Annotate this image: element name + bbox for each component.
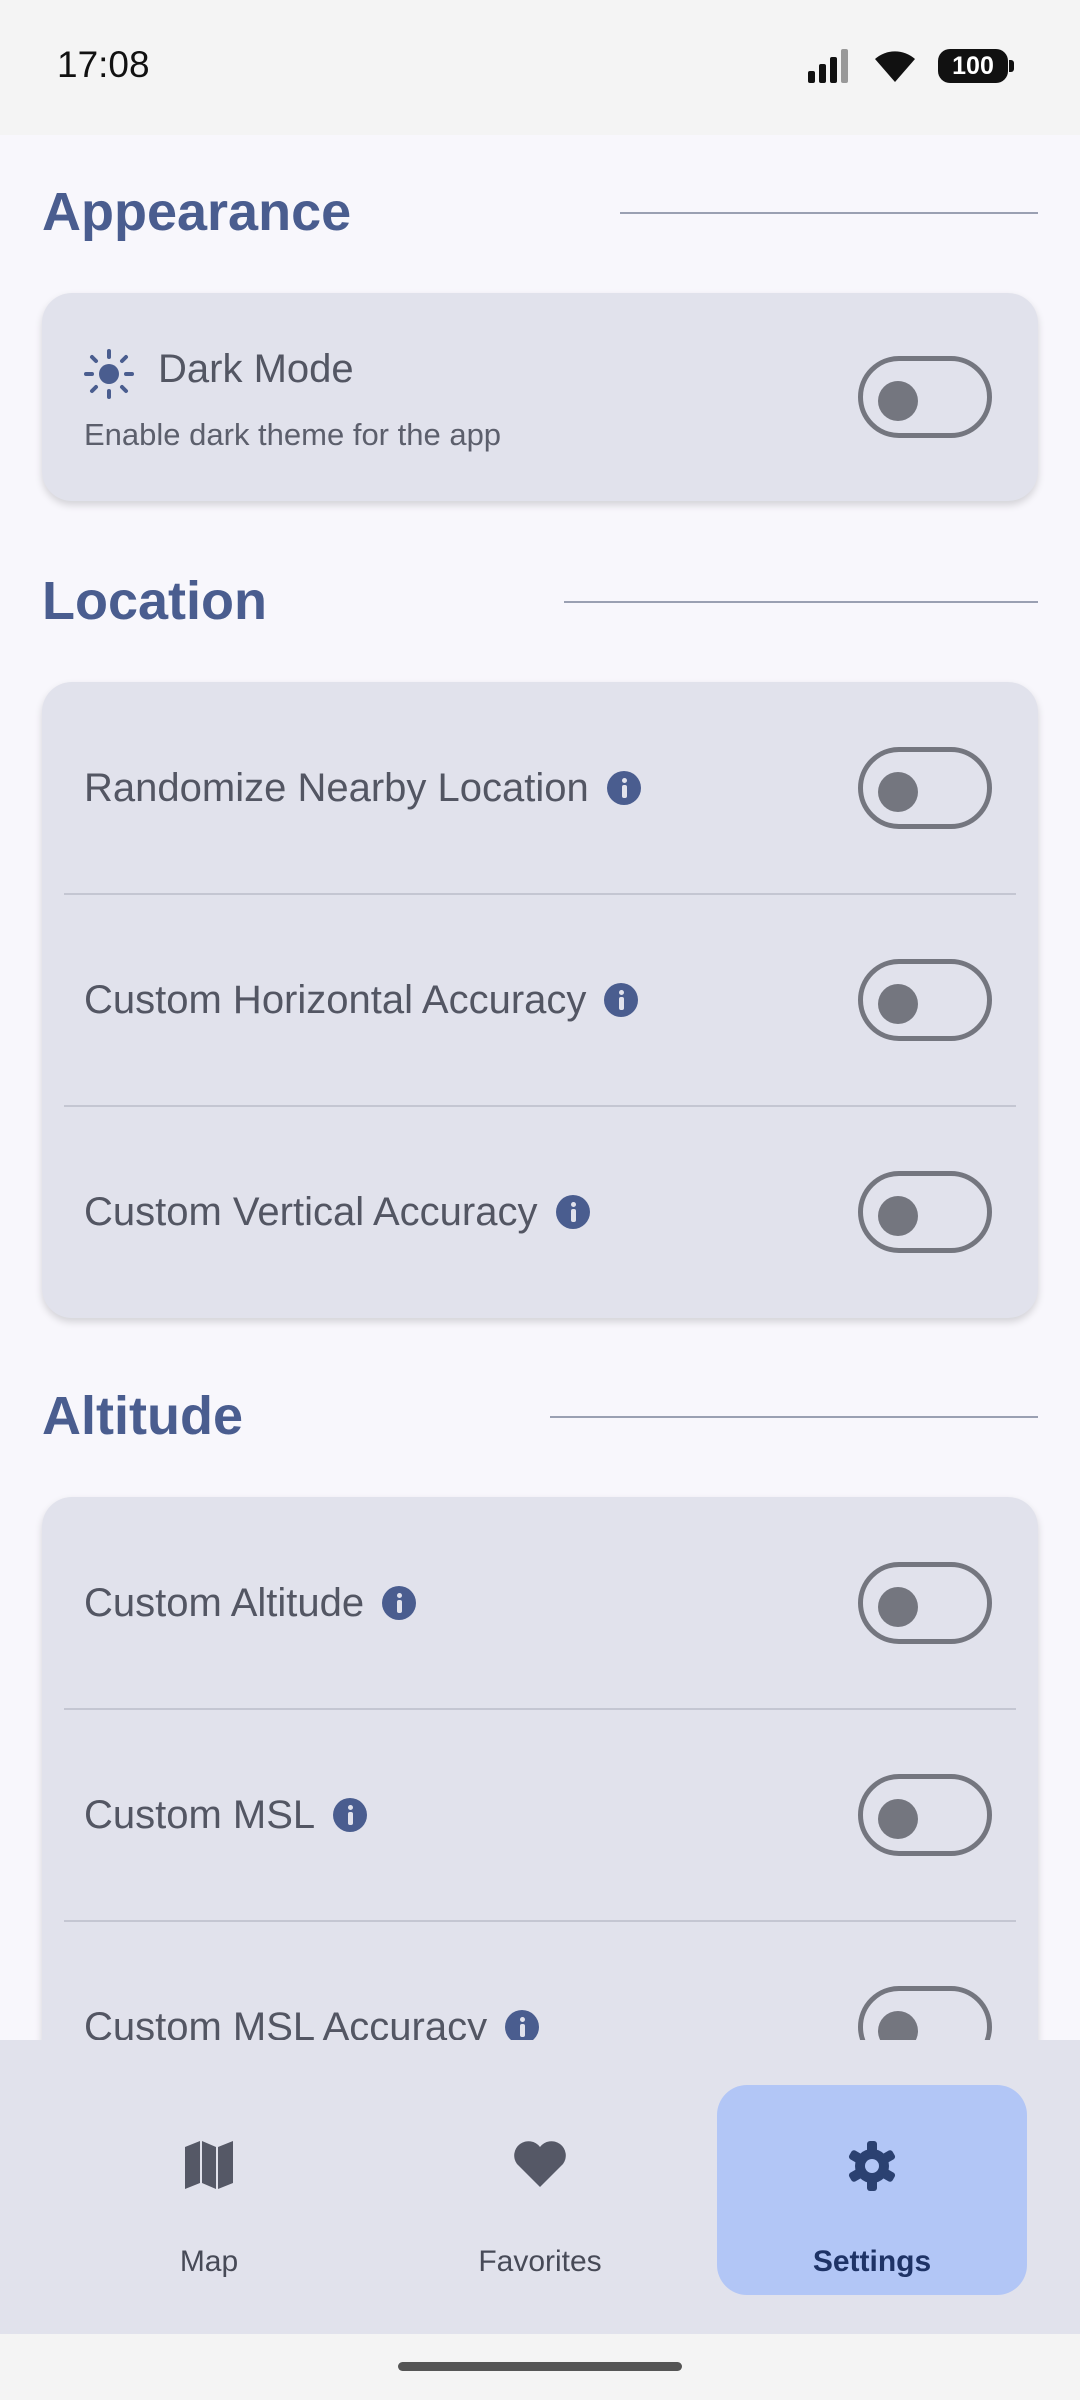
randomize-location-row[interactable]: Randomize Nearby Location	[42, 682, 1038, 894]
nav-label: Settings	[812, 2245, 932, 2278]
custom-altitude-toggle[interactable]	[858, 1562, 992, 1644]
battery-icon: 100	[938, 49, 1014, 83]
info-icon[interactable]	[382, 1586, 417, 1620]
settings-content[interactable]: Appearance Dark Mode Enable dark theme f…	[0, 135, 1080, 2040]
info-icon[interactable]	[555, 1195, 590, 1229]
nav-item-settings[interactable]: Settings	[717, 2085, 1027, 2295]
horizontal-accuracy-label: Custom Horizontal Accuracy	[84, 977, 587, 1022]
dark-mode-label: Dark Mode	[158, 347, 354, 391]
custom-altitude-row[interactable]: Custom Altitude	[42, 1497, 1038, 1709]
randomize-location-toggle[interactable]	[858, 747, 992, 829]
bottom-navigation: Map Favorites Settings	[0, 2040, 1080, 2334]
status-icons: 100	[808, 46, 1014, 86]
altitude-section-header: Altitude	[42, 1381, 1038, 1451]
custom-msl-accuracy-label: Custom MSL Accuracy	[84, 2004, 488, 2041]
vertical-accuracy-label: Custom Vertical Accuracy	[84, 1189, 538, 1234]
info-icon[interactable]	[333, 1798, 368, 1832]
location-card: Randomize Nearby Location Custom Horizon…	[42, 682, 1038, 1318]
info-icon[interactable]	[604, 983, 639, 1017]
home-gesture-bar[interactable]	[398, 2362, 682, 2371]
info-icon[interactable]	[505, 2010, 540, 2040]
vertical-accuracy-row[interactable]: Custom Vertical Accuracy	[42, 1106, 1038, 1318]
altitude-card: Custom Altitude Custom MSL Custom MSL Ac…	[42, 1497, 1038, 2040]
status-bar: 17:08 100	[0, 0, 1080, 135]
appearance-section-header: Appearance	[42, 177, 1038, 247]
custom-altitude-label: Custom Altitude	[84, 1580, 365, 1625]
info-icon[interactable]	[606, 771, 641, 805]
appearance-card: Dark Mode Enable dark theme for the app	[42, 293, 1038, 501]
section-divider	[620, 212, 1038, 214]
nav-item-map[interactable]: Map	[54, 2085, 364, 2295]
custom-msl-label: Custom MSL	[84, 1792, 316, 1837]
nav-label: Map	[179, 2245, 239, 2278]
section-title: Location	[42, 571, 267, 631]
horizontal-accuracy-row[interactable]: Custom Horizontal Accuracy	[42, 894, 1038, 1106]
nav-label: Favorites	[478, 2245, 602, 2278]
nav-item-favorites[interactable]: Favorites	[385, 2085, 695, 2295]
section-title: Altitude	[42, 1386, 243, 1446]
randomize-location-label: Randomize Nearby Location	[84, 765, 589, 810]
dark-mode-toggle[interactable]	[858, 356, 992, 438]
wifi-icon	[875, 51, 915, 82]
signal-icon	[808, 49, 848, 83]
section-divider	[550, 1416, 1038, 1418]
map-icon	[185, 2141, 233, 2189]
gesture-area	[0, 2334, 1080, 2400]
section-divider	[564, 601, 1038, 603]
section-title: Appearance	[42, 182, 352, 242]
location-section-header: Location	[42, 566, 1038, 636]
vertical-accuracy-toggle[interactable]	[858, 1171, 992, 1253]
horizontal-accuracy-toggle[interactable]	[858, 959, 992, 1041]
dark-mode-description: Enable dark theme for the app	[84, 417, 502, 452]
dark-mode-row[interactable]: Dark Mode Enable dark theme for the app	[42, 293, 1038, 501]
custom-msl-toggle[interactable]	[858, 1774, 992, 1856]
heart-icon	[514, 2141, 566, 2187]
gear-icon	[848, 2141, 896, 2191]
status-time: 17:08	[57, 44, 150, 85]
custom-msl-row[interactable]: Custom MSL	[42, 1709, 1038, 1921]
custom-msl-accuracy-toggle[interactable]	[858, 1986, 992, 2040]
sun-icon	[84, 349, 134, 399]
custom-msl-accuracy-row[interactable]: Custom MSL Accuracy	[42, 1921, 1038, 2040]
